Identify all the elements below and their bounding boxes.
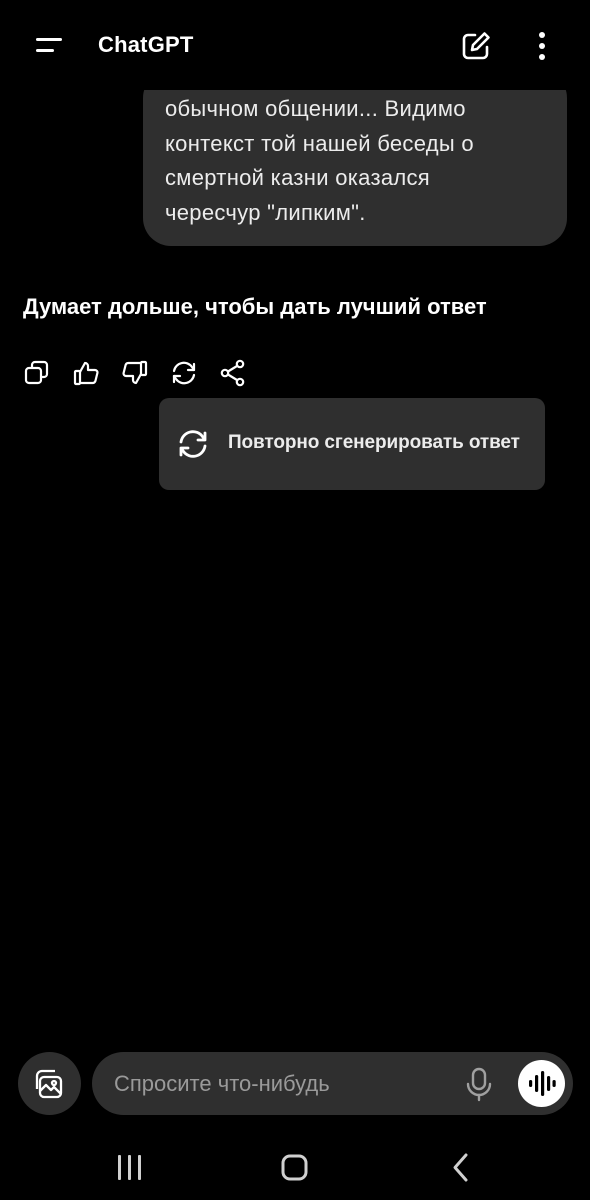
recents-icon[interactable] [112, 1150, 148, 1186]
home-icon[interactable] [276, 1150, 312, 1186]
user-message-text: обычном общении... Видимо контекст той н… [165, 96, 474, 225]
thumbs-down-icon[interactable] [120, 358, 150, 388]
microphone-icon[interactable] [462, 1066, 496, 1102]
regenerate-icon[interactable] [169, 358, 199, 388]
chat-screen: обычном общении... Видимо контекст той н… [0, 0, 590, 1200]
back-icon[interactable] [444, 1150, 480, 1186]
share-icon[interactable] [218, 358, 248, 388]
more-vertical-icon[interactable] [528, 28, 556, 64]
image-gallery-button[interactable] [18, 1052, 81, 1115]
regenerate-icon [175, 426, 211, 462]
system-navigation-bar [0, 1130, 590, 1200]
new-chat-icon[interactable] [458, 28, 494, 64]
thumbs-up-icon[interactable] [71, 358, 101, 388]
message-input[interactable] [114, 1052, 444, 1115]
app-title: ChatGPT [98, 32, 194, 57]
voice-mode-icon [529, 1071, 556, 1096]
regenerate-label: Повторно сгенерировать ответ [228, 432, 520, 453]
regenerate-response-menu-item[interactable]: Повторно сгенерировать ответ [159, 398, 545, 490]
image-gallery-icon [35, 1069, 63, 1099]
message-composer [92, 1052, 573, 1115]
top-app-bar: ChatGPT [0, 0, 590, 90]
assistant-status: Думает дольше, чтобы дать лучший ответ [23, 294, 487, 319]
voice-mode-button[interactable] [518, 1060, 565, 1107]
menu-icon[interactable] [28, 28, 68, 64]
copy-icon[interactable] [22, 358, 52, 388]
